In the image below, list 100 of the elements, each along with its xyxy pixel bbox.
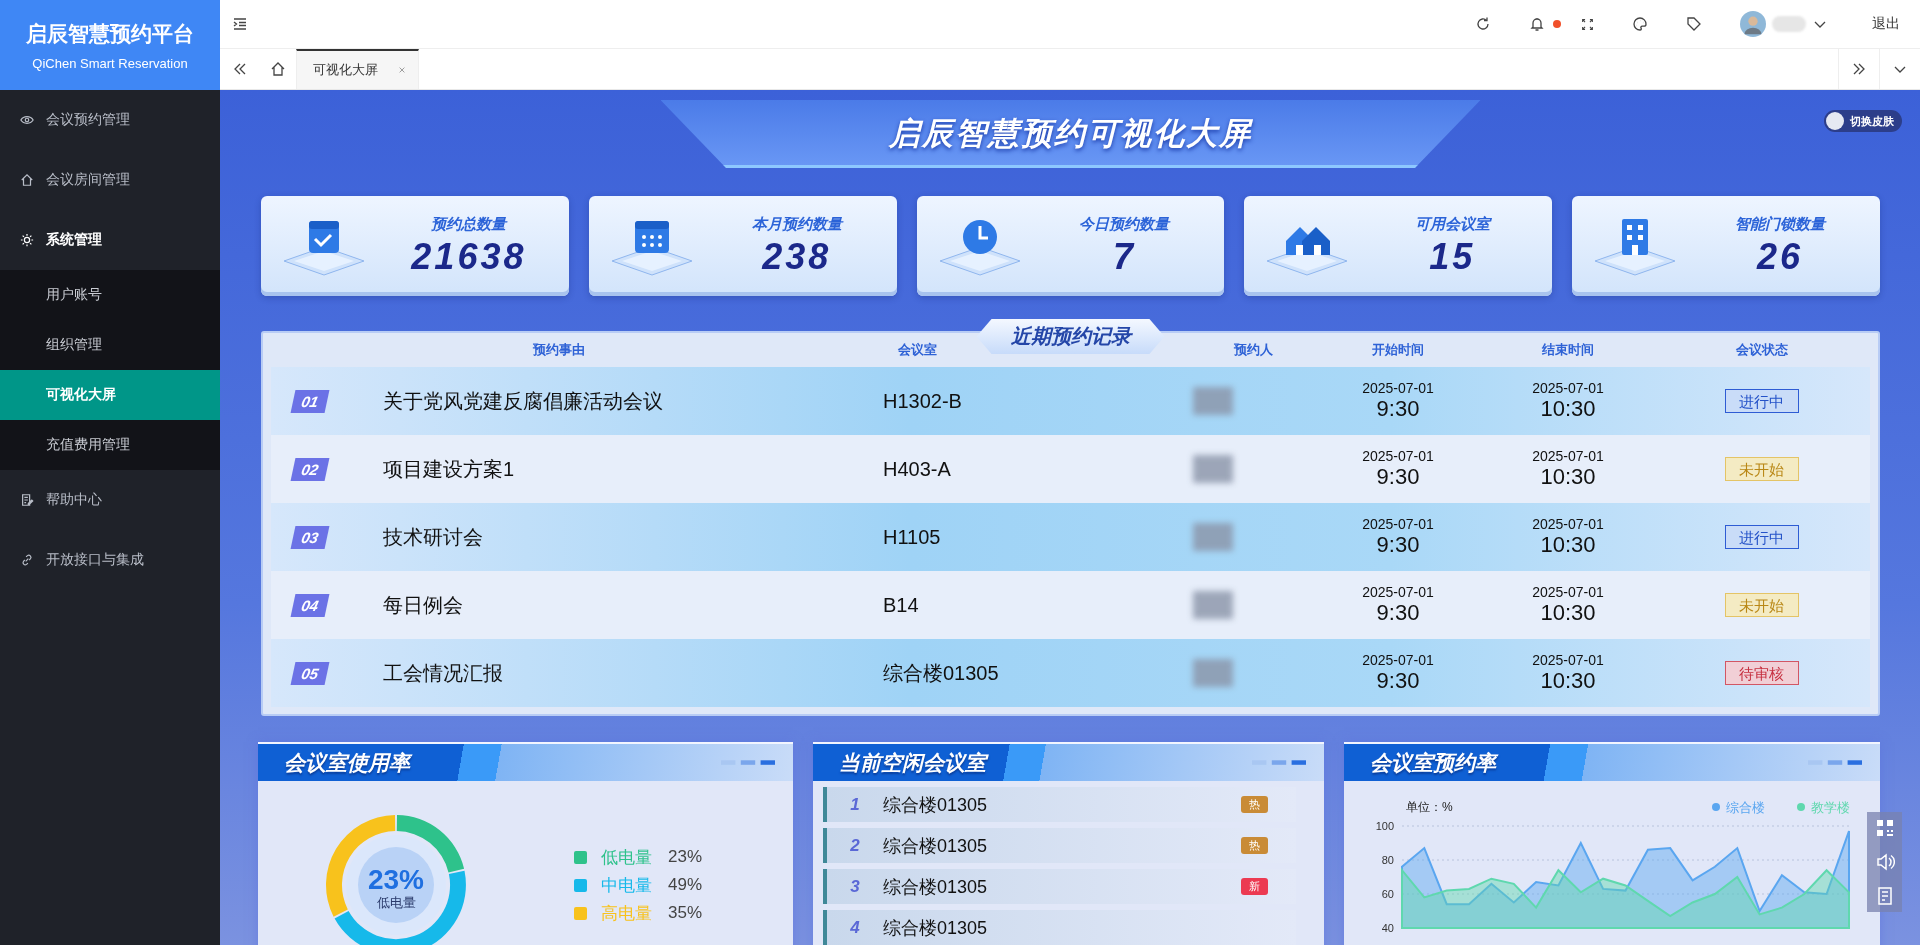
menu-icon[interactable] [232, 16, 248, 32]
refresh-icon[interactable] [1475, 16, 1491, 32]
qr-code-icon[interactable] [1874, 818, 1895, 838]
subject-cell-text: 关于党风党建反腐倡廉活动会议 [383, 388, 664, 414]
room-cell-text: H403-A [883, 457, 952, 481]
start-time: 9:30 [1376, 464, 1420, 490]
subject-cell-text: 项目建设方案1 [383, 456, 516, 482]
room-tag: 新 [1241, 878, 1268, 895]
legend-label: 中电量 [601, 874, 652, 897]
start-date: 2025-07-01 [1362, 516, 1434, 532]
eye-icon [20, 113, 34, 127]
legend-label: 教学楼 [1811, 800, 1850, 815]
row-number: 04 [290, 593, 330, 617]
legend-label: 低电量 [601, 846, 652, 869]
end-date: 2025-07-01 [1532, 516, 1604, 532]
room-cell-text: H1105 [883, 525, 942, 549]
skin-toggle[interactable]: 切换皮肤 [1824, 110, 1902, 132]
stat-label: 智能门锁数量 [1735, 214, 1826, 234]
room-name: 综合楼01305 [883, 875, 989, 899]
blurred-name [1193, 523, 1233, 551]
stat-value: 21638 [411, 235, 527, 278]
legend-label: 高电量 [601, 902, 652, 925]
subject-cell-text: 技术研讨会 [383, 524, 484, 550]
status-badge: 未开始 [1724, 593, 1799, 617]
room-rank: 4 [849, 917, 861, 938]
home-icon[interactable] [270, 61, 286, 77]
end-time: 10:30 [1540, 532, 1596, 558]
start-time: 9:30 [1376, 532, 1420, 558]
submenu-item[interactable]: 充值费用管理 [0, 420, 220, 470]
menu-item[interactable]: 会议房间管理 [0, 150, 220, 210]
tag-icon[interactable] [1686, 16, 1702, 32]
start-time: 9:30 [1376, 668, 1420, 694]
legend-item: 教学楼 [1797, 800, 1850, 815]
row-number: 02 [290, 457, 330, 481]
status-badge: 待审核 [1724, 661, 1799, 685]
stat-label: 今日预约数量 [1079, 214, 1170, 234]
submenu-item[interactable]: 组织管理 [0, 320, 220, 370]
room-name: 综合楼01305 [883, 793, 989, 817]
room-rank: 3 [849, 876, 861, 897]
row-number: 05 [290, 661, 330, 685]
bell-icon[interactable] [1529, 16, 1545, 32]
records-title: 近期预约记录 [976, 319, 1165, 354]
legend-item: 综合楼 [1712, 800, 1765, 815]
fullscreen-icon[interactable] [1581, 17, 1594, 31]
blurred-name [1193, 387, 1233, 415]
end-time: 10:30 [1540, 396, 1596, 422]
stat-label: 可用会议室 [1414, 214, 1490, 234]
stat-value: 238 [762, 235, 832, 278]
end-time: 10:30 [1540, 600, 1596, 626]
submenu-item[interactable]: 可视化大屏 [0, 370, 220, 420]
menu-item[interactable]: 会议预约管理 [0, 90, 220, 150]
menu-item[interactable]: 开放接口与集成 [0, 530, 220, 590]
y-tick-label: 60 [1381, 888, 1394, 900]
stat-value: 15 [1429, 235, 1476, 278]
legend-value: 49% [668, 875, 703, 895]
double-chevron-right-icon [1851, 61, 1867, 77]
stat-value: 26 [1757, 235, 1804, 278]
row-number: 03 [290, 525, 330, 549]
room-name: 综合楼01305 [883, 834, 989, 858]
palette-icon[interactable] [1632, 16, 1648, 32]
column-header: 预约人 [1232, 341, 1274, 359]
column-header: 开始时间 [1371, 341, 1425, 359]
start-date: 2025-07-01 [1362, 380, 1434, 396]
row-number: 01 [290, 389, 330, 413]
brand-subtitle: QiChen Smart Reservation [32, 55, 188, 71]
start-time: 9:30 [1376, 396, 1420, 422]
room-tag: 热 [1241, 796, 1268, 813]
settings-icon [20, 233, 34, 247]
room-cell-text: H1302-B [883, 389, 963, 413]
stat-label: 预约总数量 [431, 214, 507, 234]
end-date: 2025-07-01 [1532, 380, 1604, 396]
start-date: 2025-07-01 [1362, 584, 1434, 600]
y-tick-label: 80 [1381, 854, 1394, 866]
brand-title: 启辰智慧预约平台 [26, 20, 194, 47]
subject-cell-text: 工会情况汇报 [383, 660, 504, 686]
center-label: 低电量 [376, 895, 416, 910]
submenu-item[interactable]: 用户账号 [0, 270, 220, 320]
menu-item[interactable]: 系统管理 [0, 210, 220, 270]
room-rank: 2 [849, 835, 861, 856]
start-date: 2025-07-01 [1362, 448, 1434, 464]
blurred-username [1772, 16, 1806, 32]
speaker-icon[interactable] [1874, 852, 1895, 872]
document-edit-icon [20, 493, 34, 507]
column-header: 会议室 [897, 341, 938, 359]
page-tab[interactable]: 可视化大屏 [296, 49, 419, 89]
status-badge: 进行中 [1724, 525, 1799, 549]
room-tag: 热 [1241, 837, 1268, 854]
room-cell-text: B14 [883, 593, 920, 617]
legend-label: 综合楼 [1726, 800, 1765, 815]
room-rank: 1 [849, 794, 861, 815]
logout-link[interactable]: 退出 [1872, 15, 1900, 33]
double-chevron-left-icon[interactable] [232, 61, 248, 77]
end-date: 2025-07-01 [1532, 448, 1604, 464]
y-tick-label: 100 [1375, 820, 1394, 832]
blurred-name [1193, 591, 1233, 619]
column-header: 会议状态 [1734, 341, 1789, 359]
end-time: 10:30 [1540, 464, 1596, 490]
avatar[interactable] [1740, 11, 1766, 37]
status-badge: 未开始 [1724, 457, 1799, 481]
menu-item[interactable]: 帮助中心 [0, 470, 220, 530]
